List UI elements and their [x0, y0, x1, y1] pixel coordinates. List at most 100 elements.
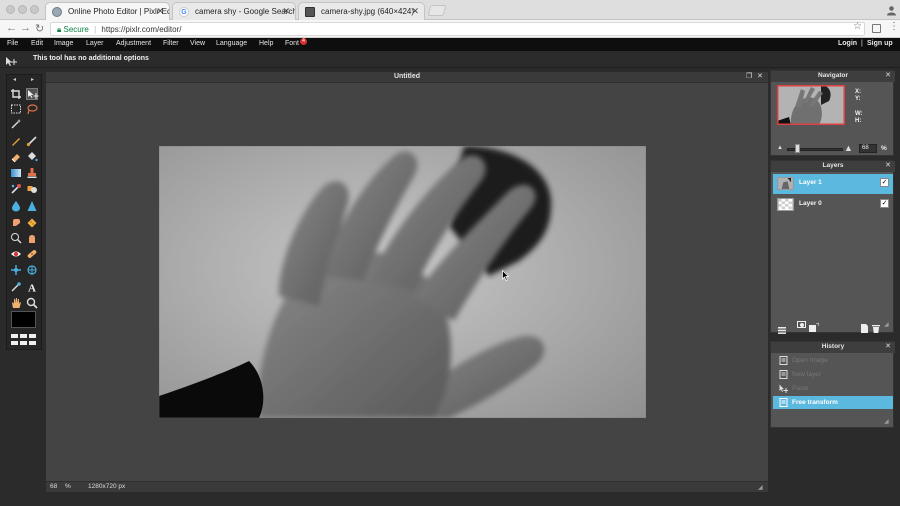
navigator-close-icon[interactable]: ✕	[885, 71, 891, 79]
zoom-out-mountain-icon[interactable]: ▲	[777, 145, 783, 151]
history-close-icon[interactable]: ✕	[885, 342, 891, 350]
history-panel: History ✕ Open Image New layer Paste Fre…	[770, 341, 895, 428]
red-eye-icon[interactable]	[10, 248, 22, 260]
photo-canvas[interactable]	[159, 146, 646, 418]
pencil-icon[interactable]	[10, 135, 22, 147]
sharpen-icon[interactable]	[26, 200, 38, 212]
spot-heal-icon[interactable]	[26, 248, 38, 260]
menu-view[interactable]: View	[190, 40, 205, 47]
signup-link[interactable]: Sign up	[867, 40, 893, 47]
profile-icon[interactable]	[886, 3, 897, 16]
menu-font[interactable]: Font 4	[285, 38, 307, 47]
menu-edit[interactable]: Edit	[31, 40, 43, 47]
resize-grip-icon[interactable]: ◢	[758, 484, 763, 491]
move-icon[interactable]	[26, 88, 39, 100]
toolbox-collapse-right-icon[interactable]: ▸	[31, 76, 34, 83]
navigator-thumbnail[interactable]	[777, 85, 845, 125]
history-item[interactable]: Free transform	[773, 396, 893, 409]
new-layer-icon[interactable]	[861, 320, 868, 333]
eraser-icon[interactable]	[10, 151, 22, 163]
colorpicker-icon[interactable]	[10, 281, 22, 293]
status-zoom-value[interactable]: 68	[50, 483, 57, 490]
color-replace-icon[interactable]	[10, 183, 22, 195]
marquee-icon[interactable]	[10, 103, 22, 115]
layer-thumbnail	[777, 198, 794, 211]
browser-tab-google[interactable]: G camera shy - Google Search ✕	[172, 2, 296, 20]
crop-icon[interactable]	[10, 88, 22, 100]
gradient-icon[interactable]	[10, 167, 22, 179]
layers-resize-grip-icon[interactable]: ◢	[884, 321, 889, 328]
history-paste-icon	[779, 384, 788, 393]
forward-arrow-icon[interactable]: →	[20, 22, 31, 34]
history-resize-grip-icon[interactable]: ◢	[884, 418, 889, 425]
hand-icon[interactable]	[10, 297, 22, 309]
document-statusbar: 68 % 1280x720 px ◢	[46, 481, 768, 492]
screen-mode-grid-icon[interactable]	[11, 333, 37, 345]
zoom-slider-handle[interactable]	[795, 144, 800, 153]
menu-language[interactable]: Language	[216, 40, 247, 47]
layer-row[interactable]: Layer 0 ✓	[773, 195, 893, 215]
drawing-icon[interactable]	[26, 183, 38, 195]
document-close-icon[interactable]: ✕	[757, 72, 763, 80]
layer-visibility-checkbox[interactable]: ✓	[880, 178, 889, 187]
navigator-header: Navigator ✕	[771, 71, 895, 82]
browser-tab-image[interactable]: camera-shy.jpg (640×424) ✕	[298, 2, 425, 20]
navigator-zoom-unit: %	[881, 145, 887, 152]
navigator-zoom-input[interactable]: 68	[859, 144, 877, 153]
browser-menu-icon[interactable]: ⋮	[889, 21, 899, 32]
burn-icon[interactable]	[26, 232, 38, 244]
layer-styles-icon[interactable]	[809, 319, 820, 332]
menu-filter[interactable]: Filter	[163, 40, 179, 47]
layer-mask-icon[interactable]	[797, 321, 806, 328]
navigator-y-label: Y:	[855, 96, 861, 102]
history-item[interactable]: Open Image	[773, 354, 893, 367]
dodge-icon[interactable]	[10, 232, 22, 244]
menu-layer[interactable]: Layer	[86, 40, 104, 47]
foreground-color-swatch[interactable]	[11, 311, 36, 328]
maximize-icon[interactable]: ❐	[746, 72, 752, 80]
lasso-icon[interactable]	[26, 103, 38, 115]
layer-settings-icon[interactable]	[778, 321, 786, 334]
history-item[interactable]: Paste	[773, 382, 893, 395]
window-close-dot[interactable]	[6, 5, 15, 14]
zoom-icon[interactable]	[26, 297, 38, 309]
history-item[interactable]: New layer	[773, 368, 893, 381]
blur-icon[interactable]	[10, 200, 22, 212]
menu-image[interactable]: Image	[54, 40, 73, 47]
canvas-area[interactable]	[46, 83, 768, 481]
secure-label: Secure	[63, 25, 89, 34]
browser-tab-pixlr[interactable]: Online Photo Editor | Pixlr Edit ✕	[45, 2, 170, 21]
layers-close-icon[interactable]: ✕	[885, 161, 891, 169]
layer-row[interactable]: Layer 1 ✓	[773, 174, 893, 194]
menu-file[interactable]: File	[7, 40, 18, 47]
new-tab-button[interactable]	[427, 5, 447, 16]
reload-icon[interactable]: ↻	[35, 22, 44, 35]
bookmark-star-icon[interactable]: ☆	[853, 21, 862, 32]
extension-icon[interactable]	[872, 24, 881, 33]
window-minimize-dot[interactable]	[18, 5, 27, 14]
menu-adjustment[interactable]: Adjustment	[116, 40, 151, 47]
smudge-icon[interactable]	[10, 216, 22, 228]
bucket-icon[interactable]	[26, 151, 38, 163]
wand-icon[interactable]	[10, 118, 22, 130]
bloat-icon[interactable]	[10, 264, 22, 276]
pixlr-favicon-icon	[52, 7, 62, 17]
clone-stamp-icon[interactable]	[26, 167, 38, 179]
pinch-icon[interactable]	[26, 264, 38, 276]
zoom-in-mountain-icon[interactable]: ▲	[844, 143, 853, 153]
menu-help[interactable]: Help	[259, 40, 273, 47]
tab-close-icon[interactable]: ✕	[411, 6, 419, 17]
brush-icon[interactable]	[26, 135, 38, 147]
tab-close-icon[interactable]: ✕	[282, 6, 290, 17]
toolbox-collapse-left-icon[interactable]: ◂	[13, 76, 16, 83]
sponge-icon[interactable]	[26, 216, 38, 228]
type-icon[interactable]: A	[26, 281, 38, 294]
login-link[interactable]: Login	[838, 40, 857, 47]
tab-close-icon[interactable]: ✕	[156, 6, 164, 17]
window-zoom-dot[interactable]	[30, 5, 39, 14]
delete-layer-icon[interactable]	[872, 320, 880, 333]
layer-visibility-checkbox[interactable]: ✓	[880, 199, 889, 208]
address-bar[interactable]: 🔒︎ Secure | https://pixlr.com/editor/	[50, 22, 865, 36]
back-arrow-icon[interactable]: ←	[6, 22, 17, 34]
layer-name: Layer 1	[799, 179, 822, 186]
